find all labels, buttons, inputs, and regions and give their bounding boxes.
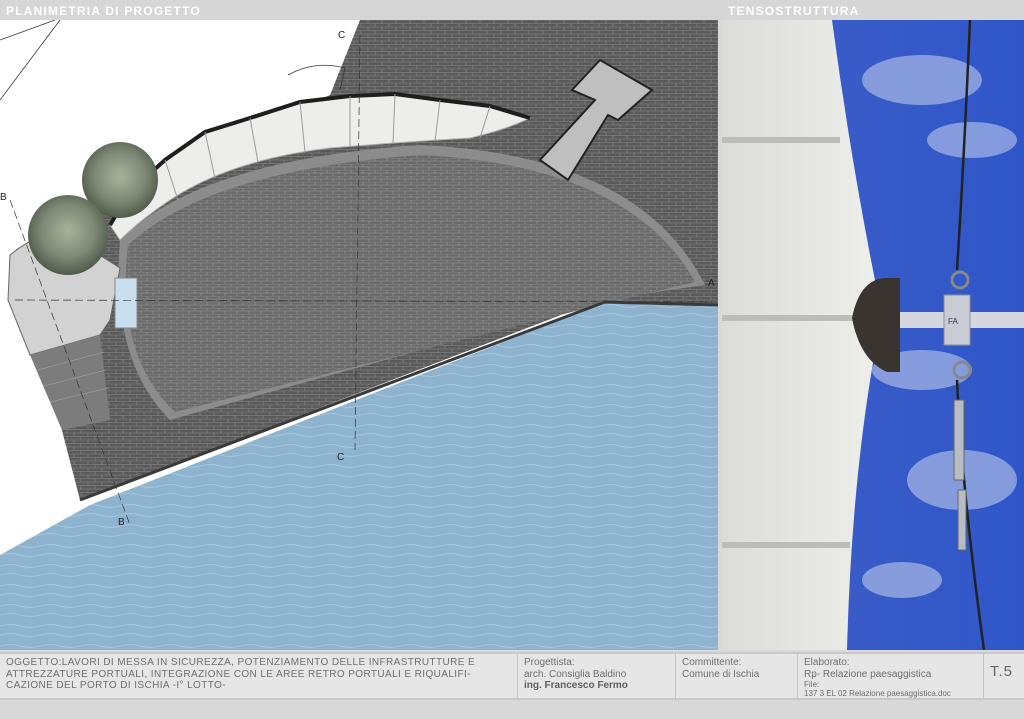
photo-title: TENSOSTRUTTURA — [728, 4, 860, 18]
bottom-strip — [0, 700, 1024, 719]
file-label: File: — [804, 680, 820, 689]
project-subject: OGGETTO:LAVORI DI MESSA IN SICUREZZA, PO… — [0, 654, 518, 698]
tensile-structure-drawing: FA — [722, 20, 1024, 650]
tree — [28, 195, 108, 275]
site-plan-drawing: C C B B A — [0, 20, 718, 650]
designer-cell: Progettista: arch. Consiglia Baldino ing… — [518, 654, 676, 698]
section-label-a: A — [708, 278, 715, 289]
section-label-c-top: C — [338, 30, 345, 41]
glass-box — [114, 277, 138, 329]
client-label: Committente: — [682, 657, 742, 668]
designer-label: Progettista: — [524, 657, 575, 668]
plate-mark: FA — [948, 317, 958, 326]
sheet-number: T.5 — [990, 663, 1014, 680]
designer-name-1: arch. Consiglia Baldino — [524, 668, 627, 680]
title-block: OGGETTO:LAVORI DI MESSA IN SICUREZZA, PO… — [0, 652, 1024, 700]
document-label: Elaborato: — [804, 657, 850, 668]
designer-name-2: ing. Francesco Fermo — [524, 680, 628, 691]
plan-title: PLANIMETRIA DI PROGETTO — [6, 4, 201, 18]
tensile-structure-photo: FA — [722, 20, 1024, 650]
site-plan: C C B B A — [0, 20, 718, 650]
document-cell: Elaborato: Rp- Relazione paesaggistica F… — [798, 654, 984, 698]
sheet-header: PLANIMETRIA DI PROGETTO TENSOSTRUTTURA — [0, 0, 1024, 20]
section-label-b-bottom: B — [118, 517, 125, 528]
client-cell: Committente: Comune di Ischia — [676, 654, 798, 698]
file-name: 137 3 EL 02 Relazione paesaggistica.doc — [804, 689, 951, 698]
section-label-b-top: B — [0, 192, 7, 203]
document-name: Rp- Relazione paesaggistica — [804, 668, 932, 680]
section-label-c-bottom: C — [337, 452, 344, 463]
client-name: Comune di Ischia — [682, 668, 760, 680]
